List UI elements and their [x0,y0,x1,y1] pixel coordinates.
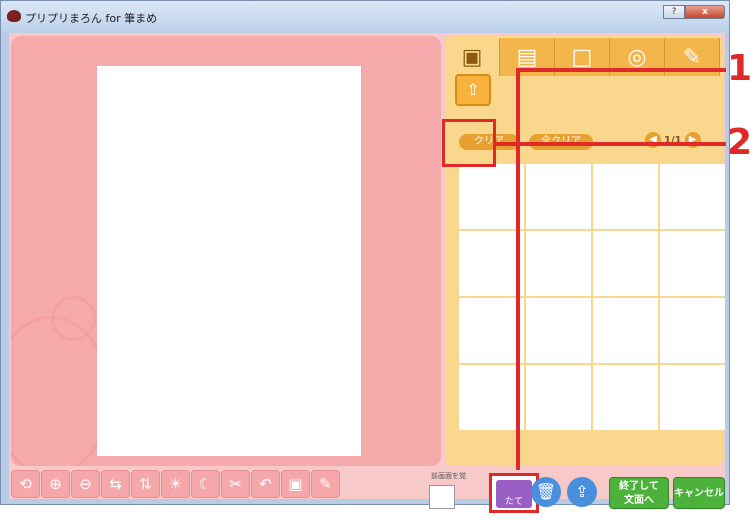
thumbnail-cell[interactable] [459,298,524,363]
paper-canvas[interactable] [97,66,361,456]
zoom-out-icon[interactable]: ⊖ [71,470,100,498]
thumbnail-cell[interactable] [593,231,658,296]
thumbnail-cell[interactable] [593,365,658,430]
pencil-icon: ✎ [682,44,702,70]
tate-label: たて [496,480,532,508]
thumbnail-cell[interactable] [459,231,524,296]
thumbnail-cell[interactable] [593,298,658,363]
trash-icon[interactable]: 🗑 [531,477,561,507]
thumbnail-cell[interactable] [526,298,591,363]
close-button[interactable]: x [685,5,725,19]
square-frame-icon: □ [571,44,593,70]
callout-2-box [442,119,496,167]
thumbnail-cell[interactable] [526,365,591,430]
delete-drawing-icon[interactable]: ✎ [311,470,340,498]
callout-1-line-horizontal [516,68,726,72]
delete-image-icon[interactable]: ▣ [281,470,310,498]
window-title: プリプリまろん for 筆まめ [25,12,158,25]
window-controls: ? x [663,5,725,19]
flip-horizontal-icon[interactable]: ⇆ [101,470,130,498]
brightness-icon[interactable]: ☀ [161,470,190,498]
thumbnail-cell[interactable] [593,164,658,229]
thumbnail-cell[interactable] [526,164,591,229]
title-bar: プリプリまろん for 筆まめ ? x [1,1,729,33]
rotate-icon[interactable]: ⟲ [11,470,40,498]
finish-button[interactable]: 終了して 文面へ [609,477,669,509]
thumbnail-cell[interactable] [660,231,725,296]
scissors-icon[interactable]: ✂ [221,470,250,498]
thumbnail-cell[interactable] [459,365,524,430]
bear-watermark-icon [11,316,111,466]
color-swatch[interactable] [429,485,455,509]
canvas-area [11,36,441,466]
photo-icon: ▣ [461,44,483,70]
client-area: ▣ ▤ □ ◎ ✎ ⇧ クリア 全クリア ◀ 1/1 ▶ [9,33,725,513]
thumbnail-cell[interactable] [660,365,725,430]
undo-icon[interactable]: ↶ [251,470,280,498]
tab-photo[interactable]: ▣ [445,38,500,76]
flip-vertical-icon[interactable]: ⇅ [131,470,160,498]
zoom-in-icon[interactable]: ⊕ [41,470,70,498]
app-logo-icon [7,10,21,22]
thumbnail-cell[interactable] [660,298,725,363]
side-panel: ▣ ▤ □ ◎ ✎ ⇧ クリア 全クリア ◀ 1/1 ▶ [445,36,725,466]
app-window: プリプリまろん for 筆まめ ? x ▣ ▤ □ ◎ ✎ ⇧ クリア 全クリア [0,0,730,513]
callout-1: 1 [727,48,752,89]
open-folder-button[interactable]: ⇧ [455,74,491,106]
callout-2-line [496,142,726,146]
dark-icon[interactable]: ☾ [191,470,220,498]
callout-1-line-vertical [516,70,520,470]
cancel-button[interactable]: キャンセル [673,477,725,509]
thumbnail-cell[interactable] [526,231,591,296]
help-button[interactable]: ? [663,5,685,19]
folder-upload-icon: ⇧ [466,80,480,99]
thumbnail-cell[interactable] [660,164,725,229]
remember-label: 前画面を覚 [431,472,466,480]
bear-ear-watermark-icon [51,296,96,341]
callout-2: 2 [727,122,752,163]
frame-icon: ▤ [516,44,538,70]
open-file-icon[interactable]: ⇪ [567,477,597,507]
zoom-icon: ◎ [627,44,647,70]
thumbnail-grid [459,164,725,436]
thumbnail-cell[interactable] [459,164,524,229]
